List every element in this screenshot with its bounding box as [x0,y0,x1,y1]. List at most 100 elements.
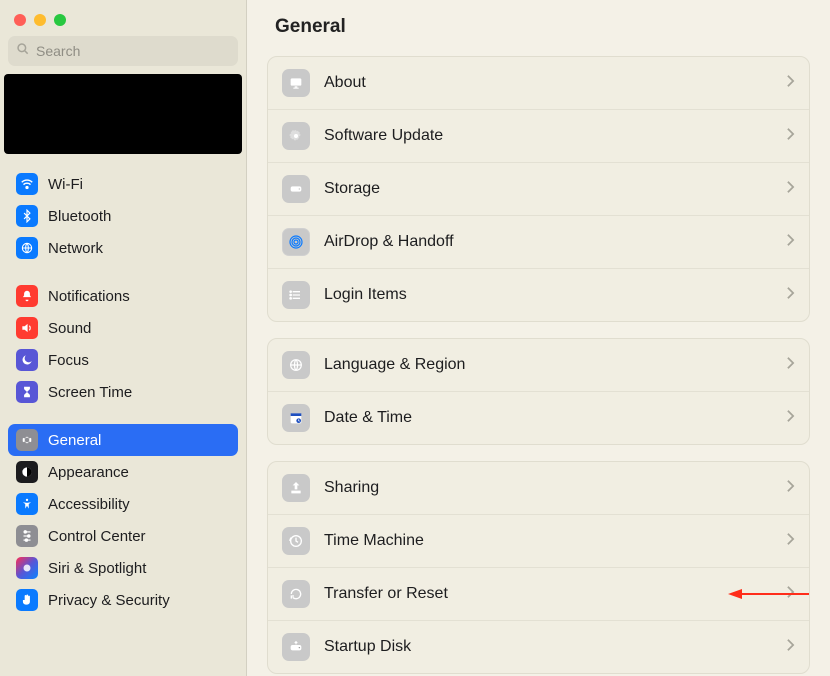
row-label: Startup Disk [324,638,772,656]
sidebar-item-label: Focus [48,352,89,369]
sidebar-item-label: Sound [48,320,91,337]
wifi-icon [16,173,38,195]
bluetooth-icon [16,205,38,227]
sidebar-item-label: Notifications [48,288,130,305]
chevron-right-icon [786,532,795,550]
sidebar-item-privacy[interactable]: Privacy & Security [8,584,238,616]
row-datetime[interactable]: Date & Time [268,391,809,444]
sidebar-group-alerts: Notifications Sound Focus Screen Time [0,278,246,410]
sidebar-item-notifications[interactable]: Notifications [8,280,238,312]
clock-arrow-icon [282,527,310,555]
globe-icon [16,237,38,259]
row-label: Storage [324,180,772,198]
sidebar-item-label: Privacy & Security [48,592,170,609]
sidebar-item-wifi[interactable]: Wi-Fi [8,168,238,200]
row-transfer-reset[interactable]: Transfer or Reset [268,567,809,620]
row-label: Transfer or Reset [324,585,772,603]
chevron-right-icon [786,356,795,374]
gear-icon [282,122,310,150]
search-container [0,36,246,74]
window-controls [0,0,246,36]
speaker-icon [16,317,38,339]
hand-icon [16,589,38,611]
row-airdrop[interactable]: AirDrop & Handoff [268,215,809,268]
bell-icon [16,285,38,307]
appearance-icon [16,461,38,483]
row-label: Language & Region [324,356,772,374]
search-icon [16,42,30,60]
row-loginitems[interactable]: Login Items [268,268,809,321]
siri-icon [16,557,38,579]
sidebar-group-system: General Appearance Accessibility Control… [0,422,246,618]
reset-icon [282,580,310,608]
sidebar-item-siri[interactable]: Siri & Spotlight [8,552,238,584]
row-about[interactable]: About [268,57,809,109]
chevron-right-icon [786,74,795,92]
chevron-right-icon [786,585,795,603]
row-language[interactable]: Language & Region [268,339,809,391]
sidebar-item-accessibility[interactable]: Accessibility [8,488,238,520]
sidebar-item-label: Appearance [48,464,129,481]
account-card[interactable] [4,74,242,154]
sidebar-item-label: Screen Time [48,384,132,401]
sidebar-item-label: Network [48,240,103,257]
sidebar-item-general[interactable]: General [8,424,238,456]
sidebar-item-focus[interactable]: Focus [8,344,238,376]
zoom-window-button[interactable] [54,14,66,26]
main-panel: General About Software Update Storage [247,0,830,676]
sidebar-group-network: Wi-Fi Bluetooth Network [0,166,246,266]
chevron-right-icon [786,127,795,145]
disk-icon [282,175,310,203]
minimize-window-button[interactable] [34,14,46,26]
settings-group-3: Sharing Time Machine Transfer or Reset S… [267,461,810,674]
row-timemachine[interactable]: Time Machine [268,514,809,567]
gear-icon [16,429,38,451]
row-label: AirDrop & Handoff [324,233,772,251]
sidebar-item-label: General [48,432,101,449]
imac-icon [282,69,310,97]
row-label: Time Machine [324,532,772,550]
sidebar-item-label: Wi-Fi [48,176,83,193]
chevron-right-icon [786,409,795,427]
chevron-right-icon [786,233,795,251]
row-label: Login Items [324,286,772,304]
sidebar-item-label: Control Center [48,528,146,545]
settings-group-2: Language & Region Date & Time [267,338,810,445]
search-field[interactable] [8,36,238,66]
calendar-icon [282,404,310,432]
row-softwareupdate[interactable]: Software Update [268,109,809,162]
sidebar-item-bluetooth[interactable]: Bluetooth [8,200,238,232]
sidebar-item-label: Accessibility [48,496,130,513]
sidebar-item-screentime[interactable]: Screen Time [8,376,238,408]
globe-icon [282,351,310,379]
row-label: Sharing [324,479,772,497]
close-window-button[interactable] [14,14,26,26]
page-title: General [267,0,810,56]
sidebar-item-label: Siri & Spotlight [48,560,146,577]
row-label: Software Update [324,127,772,145]
row-startupdisk[interactable]: Startup Disk [268,620,809,673]
sidebar-item-appearance[interactable]: Appearance [8,456,238,488]
chevron-right-icon [786,286,795,304]
row-storage[interactable]: Storage [268,162,809,215]
accessibility-icon [16,493,38,515]
chevron-right-icon [786,479,795,497]
chevron-right-icon [786,638,795,656]
search-input[interactable] [36,43,230,59]
sidebar-item-network[interactable]: Network [8,232,238,264]
settings-group-1: About Software Update Storage AirDrop & … [267,56,810,322]
sidebar-item-sound[interactable]: Sound [8,312,238,344]
share-icon [282,474,310,502]
moon-icon [16,349,38,371]
sidebar: Wi-Fi Bluetooth Network Notifications [0,0,247,676]
sidebar-item-controlcenter[interactable]: Control Center [8,520,238,552]
hourglass-icon [16,381,38,403]
list-icon [282,281,310,309]
row-label: Date & Time [324,409,772,427]
airdrop-icon [282,228,310,256]
row-sharing[interactable]: Sharing [268,462,809,514]
chevron-right-icon [786,180,795,198]
sidebar-item-label: Bluetooth [48,208,111,225]
startup-disk-icon [282,633,310,661]
row-label: About [324,74,772,92]
